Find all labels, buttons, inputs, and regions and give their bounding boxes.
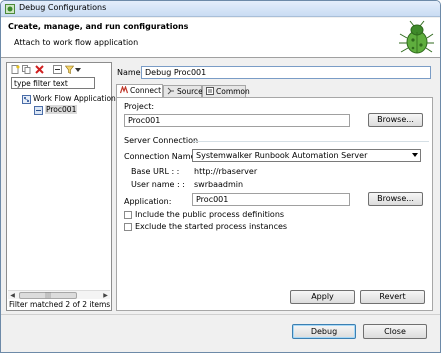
username-label: User name : : <box>131 180 185 189</box>
server-connection-group-label: Server Connection <box>124 136 199 145</box>
tab-label: Common <box>216 87 250 96</box>
bug-icon <box>399 20 434 54</box>
duplicate-icon[interactable] <box>22 65 31 74</box>
tab-label: Source <box>177 87 203 96</box>
name-label: Name: <box>117 68 144 77</box>
tree-item-label: Proc001 <box>45 105 78 114</box>
base-url-label: Base URL : : <box>131 167 180 176</box>
scroll-right-arrow-icon[interactable]: ▶ <box>101 291 110 300</box>
tab-label: Connect <box>130 86 162 95</box>
tree-item-label: Work Flow Application <box>33 94 116 103</box>
tree-item-work-flow-application[interactable]: Work Flow Application <box>22 94 116 104</box>
tab-connect[interactable]: Connect <box>116 84 163 98</box>
collapse-all-icon[interactable] <box>53 65 62 74</box>
delete-icon[interactable] <box>35 65 44 74</box>
exclude-started-label: Exclude the started process instances <box>135 222 288 231</box>
project-browse-button[interactable]: Browse... <box>368 113 423 127</box>
process-icon <box>34 105 43 115</box>
new-config-icon[interactable] <box>11 65 20 74</box>
chevron-down-icon <box>412 153 418 157</box>
scroll-left-arrow-icon[interactable]: ◀ <box>8 291 17 300</box>
close-button[interactable]: Close <box>363 324 427 339</box>
application-browse-button[interactable]: Browse... <box>368 192 423 206</box>
source-icon <box>167 87 174 95</box>
application-label: Application: <box>124 197 172 206</box>
name-field[interactable]: Debug Proc001 <box>141 66 431 79</box>
include-public-checkbox[interactable] <box>124 211 132 219</box>
window-title: Debug Configurations <box>19 3 107 12</box>
connection-name-select[interactable]: Systemwalker Runbook Automation Server <box>192 149 421 162</box>
dialog-header: Create, manage, and run configurations A… <box>1 18 440 58</box>
project-label: Project: <box>124 102 155 111</box>
include-public-label: Include the public process definitions <box>135 210 285 219</box>
header-title: Create, manage, and run configurations <box>8 22 189 31</box>
dropdown-arrow-icon[interactable] <box>75 65 81 74</box>
apply-button[interactable]: Apply <box>290 290 355 304</box>
footer-divider <box>1 314 440 315</box>
project-field[interactable]: Proc001 <box>124 114 350 127</box>
filter-icon[interactable] <box>65 65 74 74</box>
connect-tab-panel: Project: Proc001 Browse... Server Connec… <box>116 97 433 311</box>
exclude-started-checkbox[interactable] <box>124 223 132 231</box>
application-field[interactable]: Proc001 <box>192 193 350 206</box>
connection-name-value: Systemwalker Runbook Automation Server <box>196 151 368 160</box>
common-icon <box>206 87 214 95</box>
horizontal-scrollbar[interactable]: ◀ ||| ▶ <box>8 290 110 299</box>
revert-button[interactable]: Revert <box>360 290 425 304</box>
filter-input[interactable]: type filter text <box>11 77 95 89</box>
base-url-value: http://rbaserver <box>194 167 258 176</box>
connect-icon <box>120 86 128 94</box>
workflow-icon <box>22 94 31 104</box>
header-subtitle: Attach to work flow application <box>14 38 139 47</box>
username-value: swrbaadmin <box>194 180 244 189</box>
filter-status: Filter matched 2 of 2 items <box>9 300 111 309</box>
group-divider <box>193 141 429 142</box>
debug-button[interactable]: Debug <box>292 324 356 339</box>
title-bar: Debug Configurations <box>1 1 440 17</box>
scrollbar-thumb[interactable]: ||| <box>19 292 77 299</box>
configuration-list-panel: type filter text Work Flow Application P… <box>6 62 116 311</box>
tree-item-proc001[interactable]: Proc001 <box>34 105 78 115</box>
debug-icon <box>5 4 15 14</box>
debug-configurations-window: Debug Configurations Create, manage, and… <box>0 0 441 353</box>
